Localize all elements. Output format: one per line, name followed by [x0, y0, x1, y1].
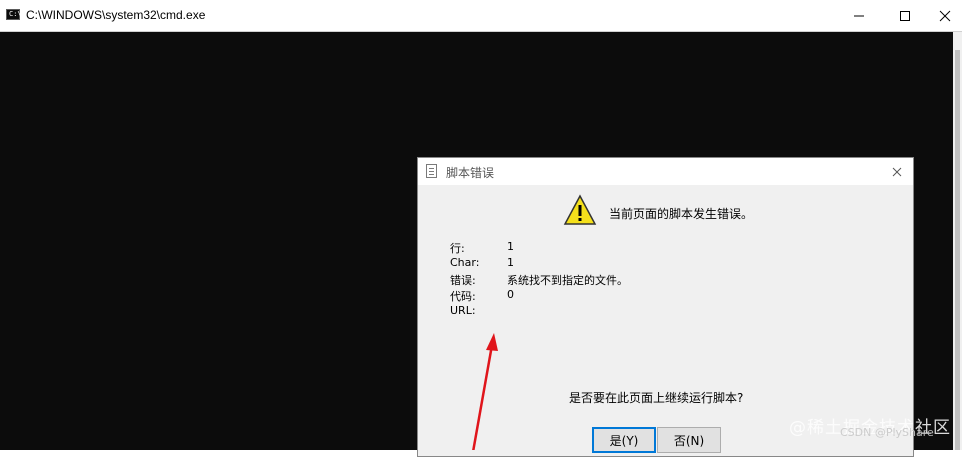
watermark-sub: CSDN @PlyShare [840, 426, 934, 439]
annotation-arrow [472, 333, 498, 450]
